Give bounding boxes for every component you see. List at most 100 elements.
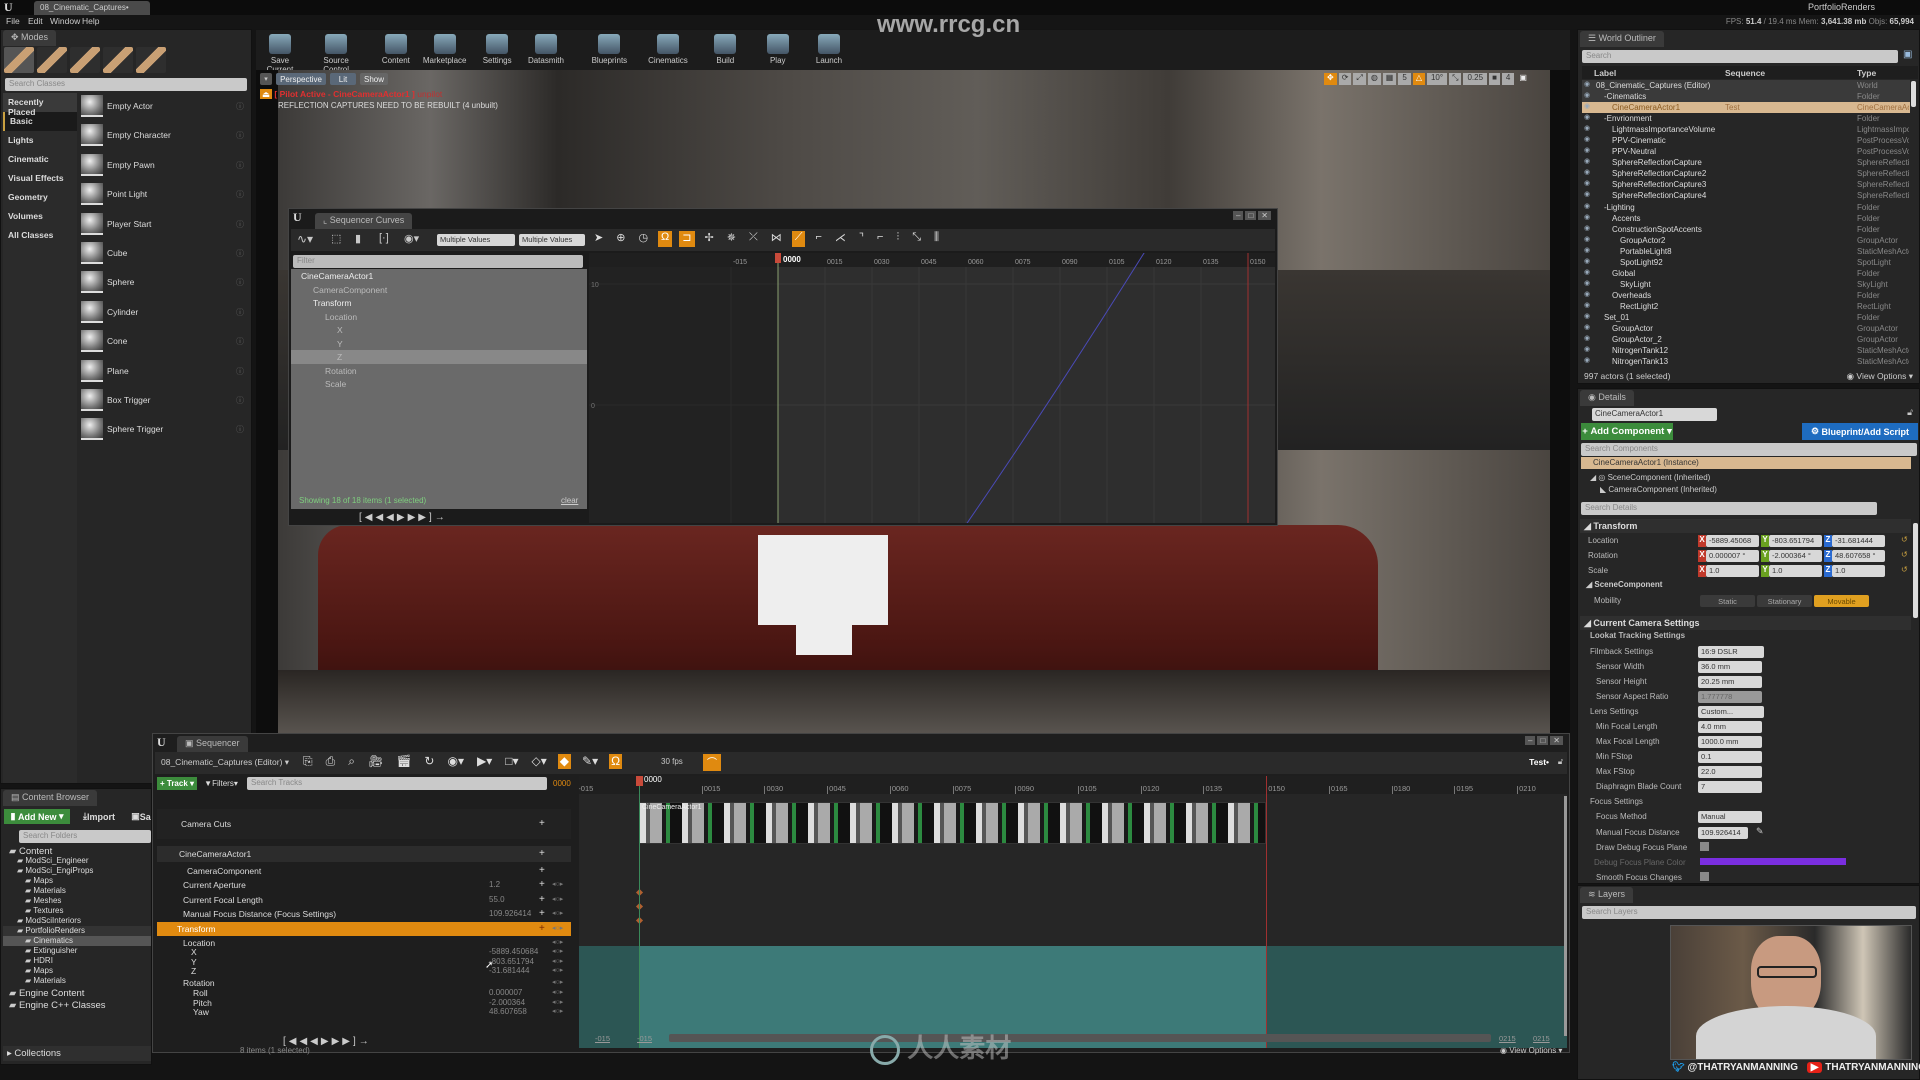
category-recently-placed[interactable]: Recently Placed — [3, 93, 77, 117]
launch-button[interactable]: Launch — [807, 32, 851, 68]
outliner-row[interactable]: ◉ Accents Folder — [1582, 213, 1910, 224]
column-sequence[interactable]: Sequence — [1725, 68, 1765, 78]
sequencer-tab[interactable]: ▣ Sequencer — [177, 736, 248, 752]
curve-tree-item[interactable]: Z — [291, 350, 587, 364]
sequence-selector[interactable]: 08_Cinematic_Captures (Editor) ▾ — [161, 757, 289, 768]
visibility-eye-icon[interactable]: ◉ — [1584, 257, 1590, 265]
rotation-y-field[interactable]: -2.000364 ° — [1769, 550, 1822, 562]
folder-item[interactable]: ▰ Textures — [3, 906, 151, 916]
eyedropper-icon[interactable]: ✎ — [1756, 826, 1764, 837]
folder-item[interactable]: ▰ Maps — [3, 966, 151, 976]
track-value[interactable]: 0.000007 — [489, 988, 522, 997]
visibility-eye-icon[interactable]: ◉ — [1584, 290, 1590, 298]
close-button[interactable]: ✕ — [1258, 211, 1271, 220]
track-value[interactable]: -5889.450684 — [489, 947, 538, 956]
property-value-field[interactable]: 1000.0 mm — [1698, 736, 1762, 748]
add-key-icon[interactable]: + — [539, 908, 545, 919]
settings-button[interactable]: Settings — [475, 32, 519, 68]
current-frame-field[interactable]: 0000 — [553, 779, 571, 788]
step-forward-icon[interactable]: ▶▶ — [332, 1036, 353, 1047]
pointer-icon[interactable]: ➤ — [591, 231, 606, 247]
outliner-row[interactable]: ◉ SpotLight92 SpotLight — [1582, 257, 1910, 268]
play-button[interactable]: Play — [756, 32, 800, 68]
key-navigation-icon[interactable]: ◂○▸ — [552, 966, 563, 974]
cinematics-button[interactable]: Cinematics — [646, 32, 690, 68]
track-row[interactable]: Yaw 48.607658 ◂○▸ — [157, 1007, 571, 1017]
key-navigation-icon[interactable]: ◂○▸ — [552, 978, 563, 986]
menu-window[interactable]: Window — [50, 16, 80, 26]
curve-view-mode-icon[interactable]: ∿▾ — [297, 232, 313, 246]
key-reduce-icon[interactable]: ⫶ — [893, 231, 902, 247]
restore-icon[interactable]: ↻ — [422, 754, 436, 769]
time-value-field[interactable]: Multiple Values — [437, 234, 515, 246]
add-component-button[interactable]: + Add Component ▾ — [1581, 423, 1673, 440]
visibility-eye-icon[interactable]: ◉ — [1584, 179, 1590, 187]
key-value-field[interactable]: Multiple Values — [519, 234, 585, 246]
clapper-icon[interactable]: 🎬︎ — [394, 754, 413, 769]
create-folder-icon[interactable]: ▣ — [1903, 49, 1912, 60]
class-search-input[interactable]: Search Classes — [5, 78, 247, 91]
visibility-eye-icon[interactable]: ◉ — [1584, 91, 1590, 99]
reset-icon[interactable]: ↺ — [1901, 535, 1908, 544]
outliner-row[interactable]: ◉ Set_01 Folder — [1582, 312, 1910, 323]
outliner-row[interactable]: ◉ SkyLight SkyLight — [1582, 279, 1910, 290]
outliner-row[interactable]: ◉ SphereReflectionCapture2 SphereReflectio… — [1582, 168, 1910, 179]
track-value[interactable]: 48.607658 — [489, 1007, 527, 1016]
class-item[interactable]: Player Start ⓘ — [79, 211, 249, 240]
playhead-handle[interactable] — [775, 253, 781, 263]
grid-snap-value[interactable]: 5 — [1398, 73, 1411, 85]
visibility-eye-icon[interactable]: ◉ — [1584, 190, 1590, 198]
visibility-eye-icon[interactable]: ◉ — [1584, 268, 1590, 276]
step-back-icon[interactable]: ◀ — [386, 512, 397, 523]
save-sequence-icon[interactable]: ⎘ — [301, 754, 315, 769]
visibility-eye-icon[interactable]: ◉ — [1584, 157, 1590, 165]
geometry-mode-icon[interactable] — [136, 47, 166, 73]
straighten-icon[interactable]: ⤫ — [746, 231, 761, 247]
normalize-icon[interactable]: ⤡ — [909, 231, 924, 247]
curve-tree-item[interactable]: Transform — [291, 296, 587, 310]
track-row[interactable]: X -5889.450684 ◂○▸ — [157, 947, 571, 957]
maximize-viewport-icon[interactable]: ▣ — [1516, 73, 1530, 85]
datasmith-button[interactable]: Datasmith — [524, 32, 568, 68]
move-icon[interactable]: ✢ — [702, 231, 717, 247]
track-search-input[interactable]: Search Tracks — [247, 777, 547, 790]
column-label[interactable]: Label — [1594, 68, 1616, 78]
curves-graph[interactable]: -015 0015 0030 0045 0060 0075 0090 0105 0120 0135… — [589, 253, 1275, 523]
track-value[interactable]: -31.681444 — [489, 966, 529, 975]
flatten-icon[interactable]: ✵ — [724, 231, 739, 247]
curve-tree-item[interactable]: CameraComponent — [291, 283, 587, 297]
visibility-eye-icon[interactable]: ◉ — [1584, 312, 1590, 320]
key-navigation-icon[interactable]: ◂○▸ — [552, 924, 563, 932]
modes-tab[interactable]: ✥ Modes — [3, 30, 57, 46]
outliner-row[interactable]: ◉ GroupActor2 GroupActor — [1582, 235, 1910, 246]
draw-debug-checkbox[interactable] — [1700, 842, 1709, 851]
outliner-row[interactable]: ◉ NitrogenTank12 StaticMeshActor — [1582, 345, 1910, 356]
outliner-scrollbar[interactable] — [1911, 81, 1916, 107]
class-item[interactable]: Box Trigger ⓘ — [79, 387, 249, 416]
place-mode-icon[interactable] — [4, 47, 34, 73]
folder-item[interactable]: ▰ Materials — [3, 886, 151, 896]
marquee-tool-icon[interactable]: ▮ — [355, 232, 361, 245]
marketplace-button[interactable]: Marketplace — [423, 32, 467, 68]
property-value-field[interactable]: 1.777778 — [1698, 691, 1762, 703]
class-info-icon[interactable]: ⓘ — [236, 424, 244, 435]
eye-icon[interactable]: ◉▾ — [445, 754, 466, 769]
lock-icon[interactable]: 🔓︎ — [1907, 407, 1913, 418]
filters-button[interactable]: ▼ Filters ▾ — [201, 777, 241, 790]
rotation-snap-icon[interactable]: △ — [1412, 73, 1425, 85]
folder-item[interactable]: ▰ Materials — [3, 976, 151, 986]
visibility-eye-icon[interactable]: ◉ — [1584, 124, 1590, 132]
outliner-row[interactable]: ◉ PPV-Cinematic PostProcessVolume — [1582, 135, 1910, 146]
save-as-icon[interactable]: ⎙ — [324, 754, 338, 769]
visibility-eye-icon[interactable]: ◉ — [1584, 334, 1590, 342]
frame-icon[interactable]: [·] — [379, 232, 389, 244]
component-track[interactable]: CameraComponent + — [157, 863, 571, 878]
snap-icon[interactable]: Ω — [609, 754, 623, 769]
visibility-eye-icon[interactable]: ◉ — [1584, 113, 1590, 121]
class-info-icon[interactable]: ⓘ — [236, 130, 244, 141]
actor-track[interactable]: CineCameraActor1 + — [157, 846, 571, 862]
lookat-tracking-label[interactable]: Lookat Tracking Settings — [1590, 631, 1685, 640]
category-visual-effects[interactable]: Visual Effects — [3, 169, 77, 188]
class-item[interactable]: Sphere ⓘ — [79, 269, 249, 298]
mobility-stationary[interactable]: Stationary — [1757, 595, 1812, 607]
